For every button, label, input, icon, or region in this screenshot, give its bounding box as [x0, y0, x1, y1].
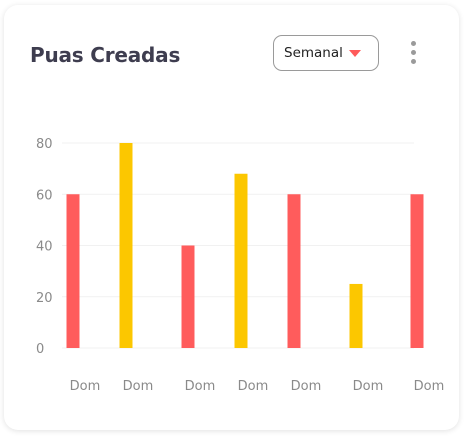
bar[interactable]: [349, 283, 363, 348]
x-tick-label: Dom: [238, 379, 269, 394]
y-tick-label: 60: [36, 188, 53, 203]
y-tick-label: 20: [36, 291, 53, 306]
bar[interactable]: [181, 245, 195, 349]
bar-chart: 0 20 40 60 80 Dom Dom Dom Dom Dom Dom Dom: [36, 137, 445, 394]
x-tick-label: Dom: [123, 379, 154, 394]
bar[interactable]: [287, 194, 301, 348]
x-tick-label: Dom: [70, 379, 101, 394]
bar[interactable]: [410, 194, 424, 348]
y-tick-label: 40: [36, 240, 53, 255]
x-tick-label: Dom: [185, 379, 216, 394]
bar[interactable]: [119, 143, 133, 348]
bar[interactable]: [66, 194, 80, 348]
x-tick-label: Dom: [353, 379, 384, 394]
chart-card: Puas Creadas Semanal 0 20 40 60 80 Dom Dom Dom D…: [4, 5, 459, 430]
y-tick-label: 0: [36, 342, 44, 357]
x-tick-label: Dom: [291, 379, 322, 394]
y-tick-label: 80: [36, 137, 53, 152]
x-tick-label: Dom: [414, 379, 445, 394]
bar[interactable]: [234, 173, 248, 348]
